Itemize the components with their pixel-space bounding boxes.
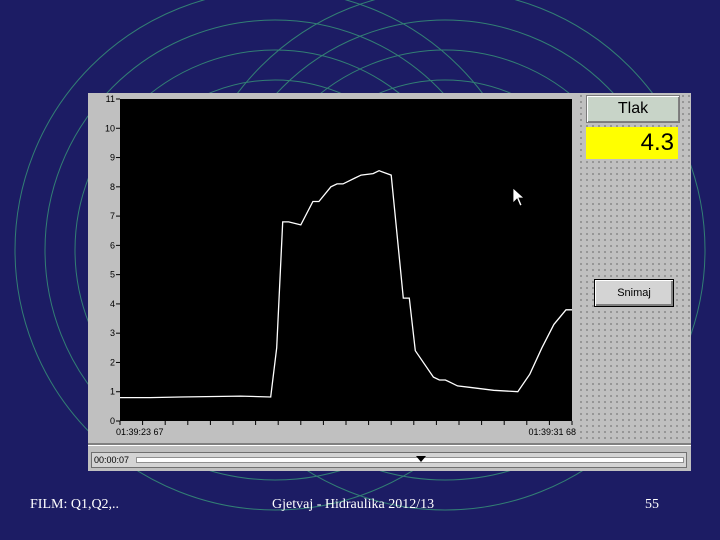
x-tick-label: 01:39:31 68 — [528, 427, 576, 437]
time-readout: 00:00:07 — [94, 455, 130, 465]
y-tick-label: 2 — [110, 357, 115, 367]
y-tick-label: 8 — [110, 182, 115, 192]
scroll-thumb[interactable] — [415, 456, 426, 462]
y-tick-label: 11 — [106, 94, 115, 104]
plot-area — [120, 99, 572, 421]
x-axis: 01:39:23 67 01:39:31 68 — [116, 421, 576, 437]
y-tick-label: 6 — [110, 240, 115, 250]
y-tick-label: 0 — [110, 416, 115, 426]
page-number: 55 — [645, 497, 659, 512]
y-tick-label: 5 — [110, 270, 115, 280]
pressure-chart: 0 1 2 3 4 5 6 7 8 9 10 11 01:39:23 67 01:39:31 68 — [105, 94, 576, 437]
tlak-button[interactable]: Tlak — [586, 95, 680, 123]
y-tick-label: 1 — [110, 387, 115, 397]
x-tick-label: 01:39:23 67 — [116, 427, 164, 437]
footer-center: Gjetvaj - Hidraulika 2012/13 — [272, 497, 435, 512]
side-panel: Tlak 4.3 Snimaj — [578, 93, 691, 443]
y-axis: 0 1 2 3 4 5 6 7 8 9 10 11 — [105, 94, 120, 426]
snimaj-button[interactable]: Snimaj — [594, 279, 674, 307]
y-tick-label: 9 — [110, 153, 115, 163]
footer-left: FILM: Q1,Q2,.. — [30, 497, 120, 512]
separator — [88, 443, 691, 446]
y-tick-label: 7 — [110, 211, 115, 221]
scroll-track[interactable] — [136, 456, 684, 463]
pressure-value-display: 4.3 — [586, 127, 678, 159]
time-scrollbar[interactable]: 00:00:07 — [91, 452, 687, 468]
app-window: 0 1 2 3 4 5 6 7 8 9 10 11 01:39:23 67 01:39:31 68 Tl… — [88, 93, 691, 471]
y-tick-label: 10 — [105, 123, 115, 133]
y-tick-label: 3 — [110, 328, 115, 338]
y-tick-label: 4 — [110, 299, 115, 309]
